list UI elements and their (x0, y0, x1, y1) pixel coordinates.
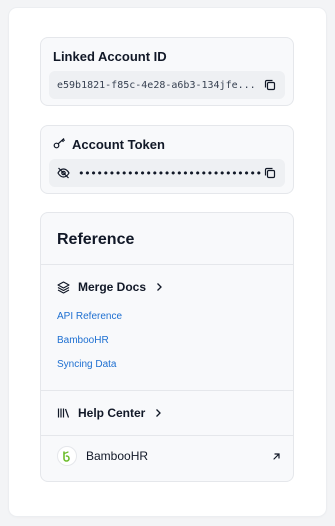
linked-account-id-field: e59b1821-f85c-4e28-a6b3-134jfe... (49, 71, 285, 99)
account-token-masked: •••••••••••••••••••••••••••••• (78, 166, 262, 180)
merge-docs-label: Merge Docs (78, 280, 147, 294)
help-center-label: Help Center (78, 406, 146, 420)
library-icon (57, 407, 70, 419)
link-bamboohr[interactable]: BambooHR (57, 335, 109, 346)
divider (41, 264, 293, 265)
linked-account-id-value: e59b1821-f85c-4e28-a6b3-134jfe... (57, 79, 256, 91)
account-token-title-text: Account Token (72, 137, 165, 152)
external-link-icon (272, 452, 281, 461)
link-api-reference[interactable]: API Reference (57, 311, 122, 322)
chevron-right-icon (156, 282, 163, 292)
chevron-right-icon (155, 408, 162, 418)
copy-icon[interactable] (263, 78, 277, 92)
reference-card: Reference Merge Docs API Reference Bambo… (40, 212, 294, 482)
merge-docs-header[interactable]: Merge Docs (57, 280, 163, 294)
eye-off-icon[interactable] (57, 167, 70, 179)
linked-account-title-text: Linked Account ID (53, 49, 167, 64)
copy-icon[interactable] (263, 166, 277, 180)
account-token-card: Account Token ••••••••••••••••••••••••••… (40, 125, 294, 194)
divider (41, 435, 293, 436)
divider (41, 390, 293, 391)
reference-title: Reference (57, 231, 135, 248)
link-syncing-data[interactable]: Syncing Data (57, 359, 116, 370)
bamboohr-logo-icon (57, 446, 77, 466)
linked-account-card: Linked Account ID e59b1821-f85c-4e28-a6b… (40, 37, 294, 106)
bamboohr-label: BambooHR (86, 449, 149, 463)
help-center-header[interactable]: Help Center (57, 406, 162, 420)
layers-icon (57, 280, 70, 294)
bamboohr-integration-link[interactable]: BambooHR (57, 446, 281, 466)
linked-account-title: Linked Account ID (53, 49, 167, 64)
account-token-field: •••••••••••••••••••••••••••••• (49, 159, 285, 187)
key-icon (53, 137, 66, 152)
account-token-title: Account Token (53, 137, 165, 152)
